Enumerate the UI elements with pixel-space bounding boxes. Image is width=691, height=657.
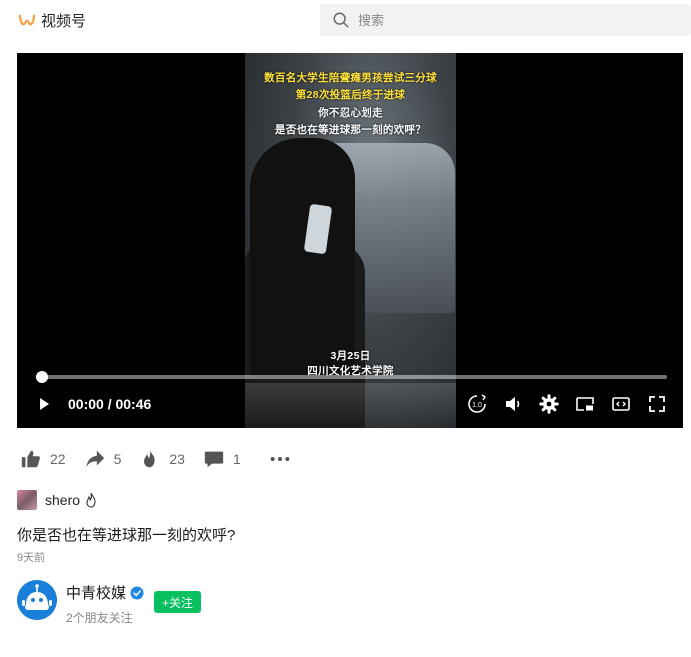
- comment-count: 1: [232, 451, 241, 467]
- post-time: 9天前: [17, 552, 46, 564]
- video-caption-line-3: 你不忍心划走: [318, 107, 383, 119]
- mini-player-icon: [576, 397, 594, 411]
- speed-icon: 1.0: [468, 394, 486, 413]
- volume-icon: [506, 397, 520, 411]
- web-fullscreen-icon: [612, 397, 630, 411]
- more-button[interactable]: [269, 448, 291, 470]
- search-input[interactable]: [358, 12, 658, 28]
- like-button[interactable]: 22: [20, 448, 66, 470]
- account-card: 中青校媒 2个朋友关注 +关注: [17, 580, 202, 626]
- post-description: 你是否也在等进球那一刻的欢呼?: [17, 527, 236, 544]
- robot-logo-icon: [17, 580, 57, 620]
- share-button[interactable]: 5: [84, 448, 122, 470]
- account-info: 中青校媒 2个朋友关注: [66, 580, 144, 626]
- speed-button[interactable]: 1.0: [466, 393, 488, 415]
- author-row[interactable]: shero: [17, 490, 98, 510]
- video-frame: 数百名大学生陪聋瘫男孩尝试三分球 第28次投篮后终于进球 你不忍心划走 是否也在…: [245, 53, 456, 428]
- settings-button[interactable]: [538, 393, 560, 415]
- author-name[interactable]: shero: [45, 492, 80, 508]
- comment-button[interactable]: 1: [203, 448, 241, 470]
- account-avatar[interactable]: [17, 580, 57, 620]
- account-name-row: 中青校媒: [66, 582, 144, 603]
- play-icon: [40, 398, 49, 410]
- volume-button[interactable]: [502, 393, 524, 415]
- app-title: 视频号: [41, 13, 87, 30]
- account-name[interactable]: 中青校媒: [66, 582, 126, 603]
- verified-badge-icon: [130, 586, 144, 599]
- video-caption-date: 3月25日: [330, 350, 371, 362]
- channels-logo[interactable]: 视频号: [18, 10, 86, 31]
- follow-button[interactable]: +关注: [154, 591, 202, 613]
- author-avatar[interactable]: [17, 490, 37, 510]
- time-display: 00:00 / 00:46: [68, 396, 152, 412]
- settings-icon: [539, 394, 559, 414]
- like-count: 22: [50, 451, 66, 467]
- video-caption-line-4: 是否也在等进球那一刻的欢呼？: [274, 124, 427, 136]
- foreground-person-hair: [250, 138, 355, 378]
- thumbs-up-icon: [21, 450, 40, 468]
- play-button[interactable]: [33, 393, 55, 415]
- channels-logo-icon: [18, 14, 36, 25]
- mini-player-button[interactable]: [574, 393, 596, 415]
- video-player[interactable]: 数百名大学生陪聋瘫男孩尝试三分球 第28次投篮后终于进球 你不忍心划走 是否也在…: [17, 53, 683, 428]
- hot-button[interactable]: 23: [139, 448, 185, 470]
- video-caption-line-2: 第28次投篮后终于进球: [295, 89, 406, 101]
- share-count: 5: [113, 451, 122, 467]
- more-dots-icon: [270, 456, 290, 462]
- search-box[interactable]: [320, 4, 691, 36]
- player-controls: 00:00 / 00:46 1.0: [17, 391, 683, 419]
- hot-count: 23: [169, 451, 185, 467]
- progress-handle[interactable]: [36, 371, 48, 383]
- flame-icon: [144, 449, 155, 468]
- top-header: 视频号: [0, 0, 691, 40]
- web-fullscreen-button[interactable]: [610, 393, 632, 415]
- video-caption-line-1: 数百名大学生陪聋瘫男孩尝试三分球: [264, 72, 437, 84]
- friends-following-text: 2个朋友关注: [66, 611, 133, 625]
- comment-icon: [204, 451, 224, 468]
- search-icon: [333, 12, 349, 28]
- fullscreen-icon: [649, 396, 665, 412]
- fullscreen-button[interactable]: [646, 393, 668, 415]
- speed-label: 1.0: [472, 402, 482, 409]
- action-bar: 22 5 23 1: [20, 446, 309, 472]
- progress-bar[interactable]: [41, 375, 667, 379]
- share-arrow-icon: [85, 450, 104, 468]
- flame-outline-icon: [86, 492, 96, 508]
